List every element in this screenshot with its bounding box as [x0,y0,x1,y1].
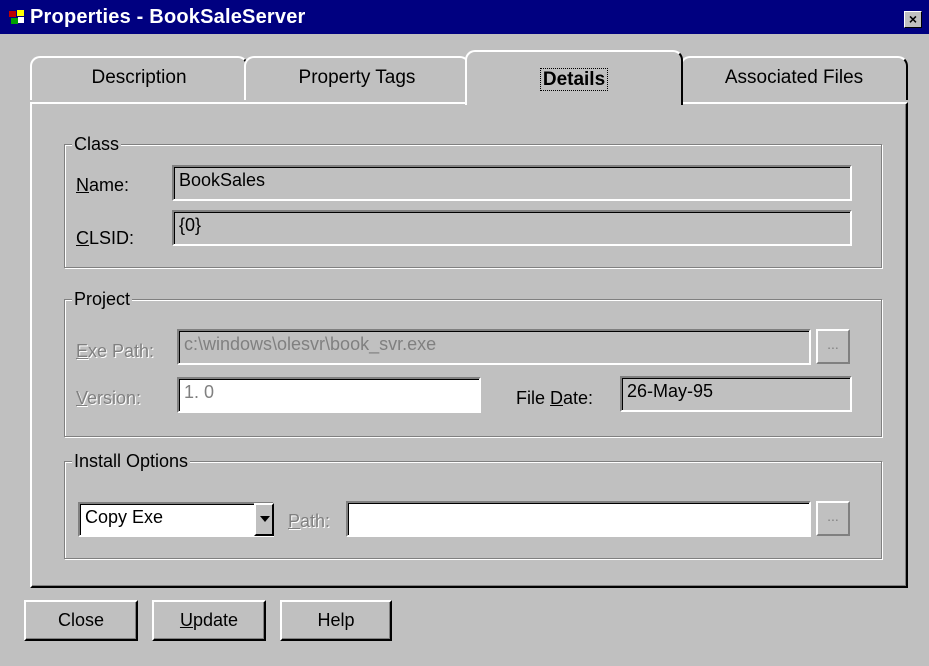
install-options-title: Install Options [72,451,191,472]
close-button[interactable]: Close [24,600,138,641]
tab-label: Property Tags [298,67,416,88]
name-field: BookSales [172,165,852,201]
tab-label: Details [539,68,609,91]
class-group [64,144,882,268]
project-group [64,299,882,437]
file-date-label: File Date: [516,388,594,408]
exe-path-browse-button[interactable]: ... [816,329,850,364]
exe-path-label: Exe Path: [76,341,155,361]
tab-associated-files[interactable]: Associated Files [680,56,908,100]
install-option-value: Copy Exe [85,507,164,527]
details-panel: Class Name: BookSales CLSID: {0} Project… [30,102,908,588]
help-button[interactable]: Help [280,600,392,641]
tab-details[interactable]: Details [465,50,683,105]
version-field[interactable]: 1. 0 [177,377,481,413]
class-group-title: Class [72,134,122,155]
name-label: Name: [76,175,130,195]
close-icon[interactable]: × [904,11,922,28]
update-button[interactable]: Update [152,600,266,641]
install-path-browse-button[interactable]: ... [816,501,850,536]
tab-property-tags[interactable]: Property Tags [244,56,470,100]
version-label: Version: [76,388,142,408]
install-option-select[interactable]: Copy Exe [78,502,274,537]
file-date-field: 26-May-95 [620,376,852,412]
tab-label: Associated Files [724,67,864,88]
exe-path-field: c:\windows\olesvr\book_svr.exe [177,329,811,365]
clsid-field: {0} [172,210,852,246]
app-icon [9,10,24,24]
clsid-label: CLSID: [76,228,135,248]
window-title: Properties - BookSaleServer [30,6,306,28]
project-group-title: Project [72,289,133,310]
install-path-field[interactable] [346,501,811,537]
tab-description[interactable]: Description [30,56,248,100]
install-path-label: Path: [288,511,331,531]
tab-label: Description [91,67,187,88]
title-bar: Properties - BookSaleServer × [0,0,929,34]
chevron-down-icon[interactable] [254,503,274,536]
